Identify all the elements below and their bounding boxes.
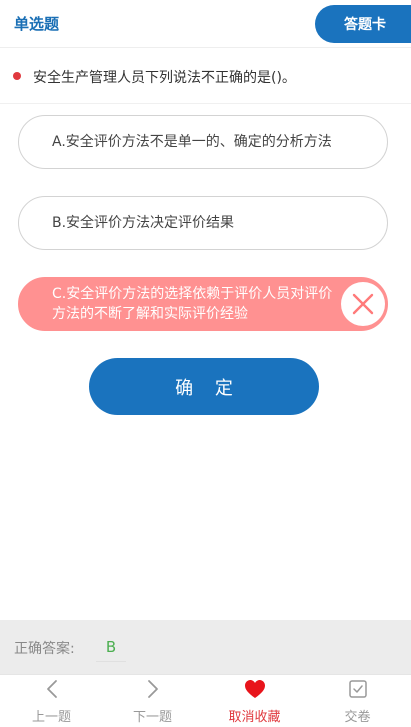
chevron-left-icon: [0, 678, 103, 700]
nav-label: 下一题: [132, 710, 172, 725]
checkbox-icon: [306, 678, 409, 700]
submit-exam-button[interactable]: 交卷: [306, 675, 409, 727]
answer-card-button[interactable]: 答题卡: [315, 5, 411, 43]
bottom-nav: 上一题 下一题 取消收藏 交卷: [0, 674, 411, 727]
wrong-x-icon: [341, 282, 385, 326]
nav-label: 交卷: [344, 710, 371, 725]
correct-answer-bar: 正确答案: B: [0, 620, 411, 674]
prev-question-button[interactable]: 上一题: [0, 675, 103, 727]
option-b[interactable]: B.安全评价方法决定评价结果: [18, 196, 388, 250]
heart-icon: [203, 678, 306, 700]
option-a[interactable]: A.安全评价方法不是单一的、确定的分析方法: [18, 115, 388, 169]
nav-label: 取消收藏: [228, 710, 281, 725]
next-question-button[interactable]: 下一题: [101, 675, 204, 727]
chevron-right-icon: [101, 678, 204, 700]
question-row: 安全生产管理人员下列说法不正确的是()。: [0, 48, 411, 104]
unfavorite-button[interactable]: 取消收藏: [203, 675, 306, 727]
nav-label: 上一题: [31, 710, 71, 725]
confirm-button[interactable]: 确 定: [89, 358, 319, 415]
question-bullet-icon: [13, 72, 21, 80]
question-type-label: 单选题: [14, 15, 60, 33]
option-text: B.安全评价方法决定评价结果: [52, 215, 235, 231]
option-text: C.安全评价方法的选择依赖于评价人员对评价方法的不断了解和实际评价经验: [52, 286, 333, 322]
question-text: 安全生产管理人员下列说法不正确的是()。: [33, 70, 296, 86]
correct-answer-value: B: [96, 632, 126, 662]
option-c[interactable]: C.安全评价方法的选择依赖于评价人员对评价方法的不断了解和实际评价经验: [18, 277, 388, 331]
correct-answer-label: 正确答案:: [14, 641, 75, 657]
option-text: A.安全评价方法不是单一的、确定的分析方法: [52, 134, 332, 150]
header-bar: 单选题 答题卡: [0, 0, 411, 48]
